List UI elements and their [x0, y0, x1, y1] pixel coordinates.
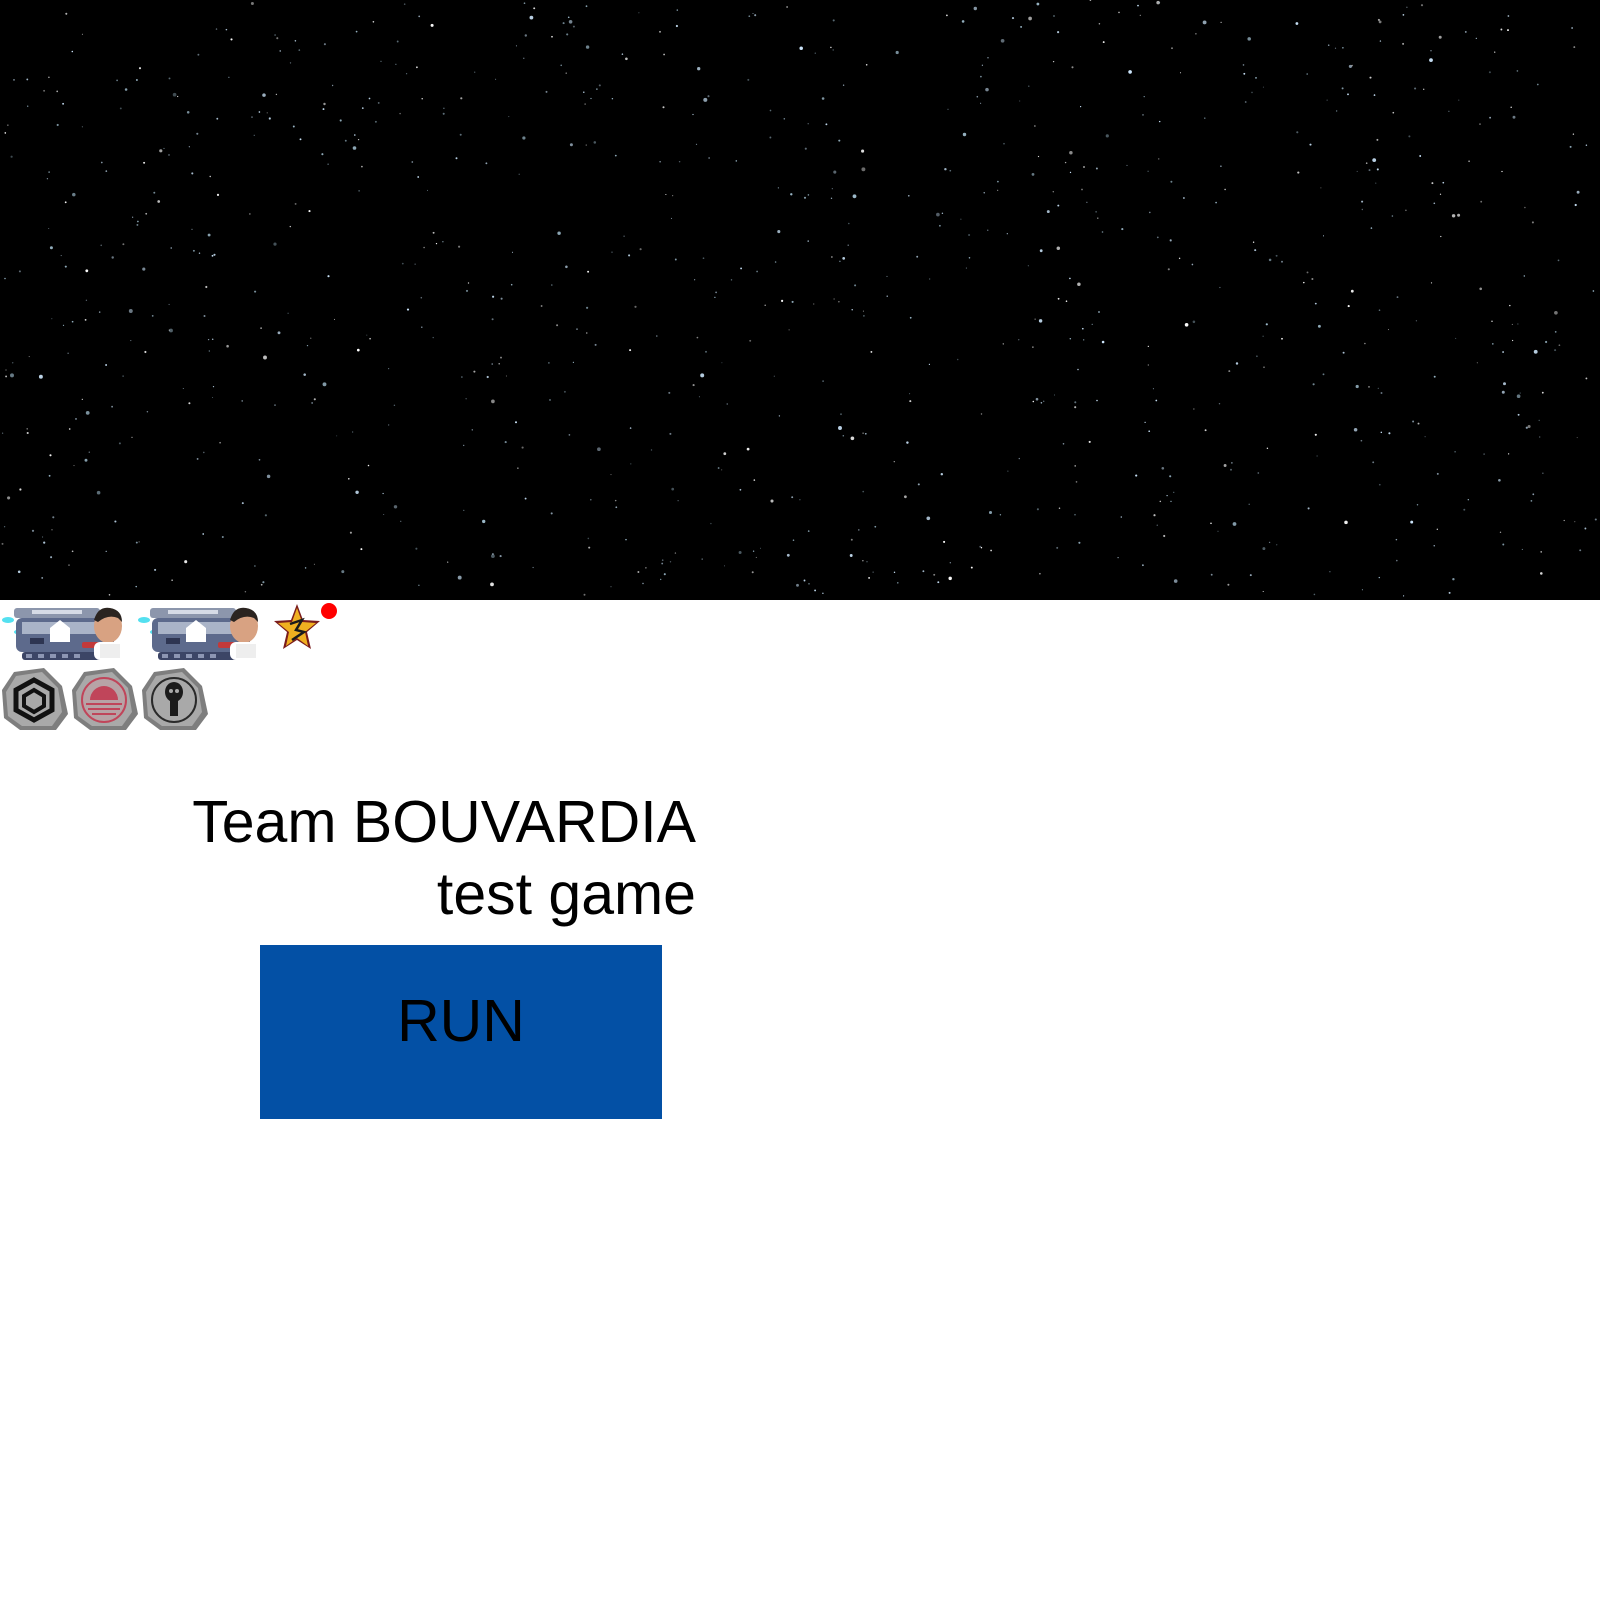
sun-rune-stone-icon[interactable] [70, 666, 140, 732]
title-line-team: Team BOUVARDIA [192, 789, 696, 855]
skull-rune-stone-icon[interactable] [140, 666, 210, 732]
spaceship-with-pilot-icon [138, 607, 260, 660]
run-button-label: RUN [397, 988, 525, 1054]
game-title: Team BOUVARDIA test game [150, 786, 696, 930]
title-line-subtitle: test game [436, 861, 696, 927]
spaceship-with-pilot-icon [2, 607, 124, 660]
red-dot-icon [321, 603, 337, 619]
game-screen: Team BOUVARDIA test game RUN [0, 0, 1600, 1600]
starfield-background [0, 0, 1600, 600]
star-badge-icon [274, 604, 320, 649]
run-button[interactable]: RUN [260, 945, 662, 1119]
hexagon-rune-stone-icon[interactable] [0, 666, 70, 732]
